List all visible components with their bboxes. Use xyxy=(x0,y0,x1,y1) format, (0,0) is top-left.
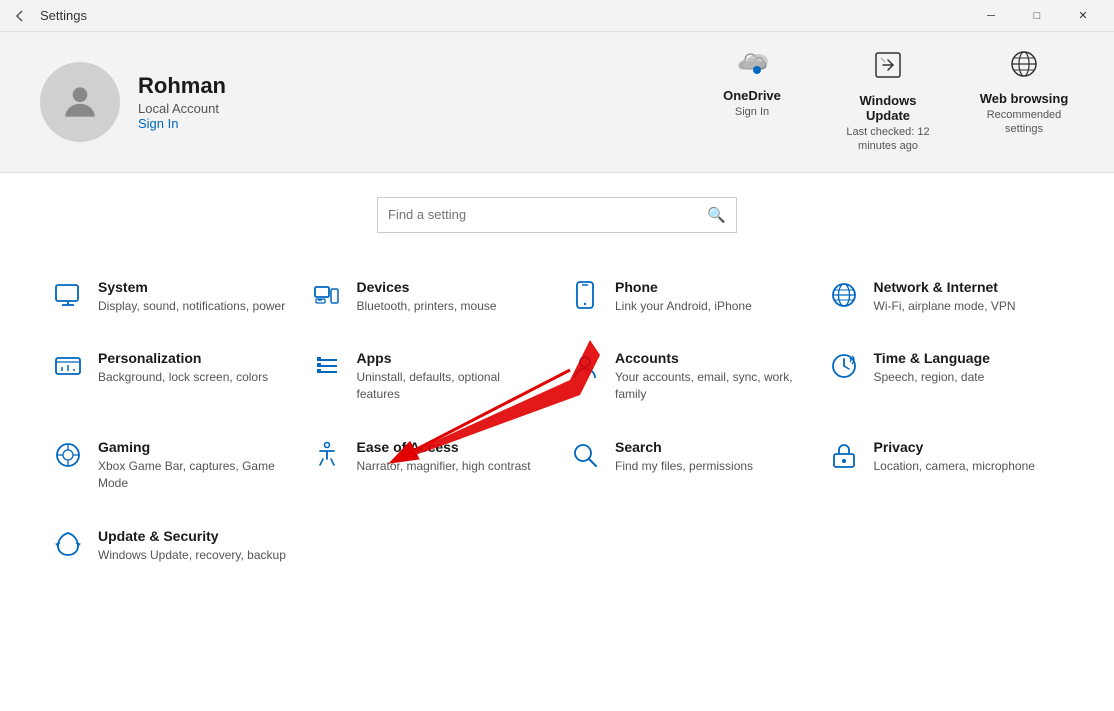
onedrive-sub: Sign In xyxy=(735,105,769,119)
ease-of-access-label: Ease of Access xyxy=(357,439,531,455)
web-browsing-label: Web browsing xyxy=(980,91,1069,106)
search-bar: 🔍 xyxy=(377,197,737,233)
setting-time-language[interactable]: Time & Language Speech, region, date xyxy=(816,336,1075,417)
header: Rohman Local Account Sign In xyxy=(0,32,1114,173)
gaming-desc: Xbox Game Bar, captures, Game Mode xyxy=(98,458,287,492)
setting-update-security[interactable]: Update & Security Windows Update, recove… xyxy=(40,514,299,578)
close-button[interactable]: ✕ xyxy=(1060,0,1106,32)
devices-icon xyxy=(311,281,343,309)
web-browsing-icon xyxy=(1010,50,1038,85)
onedrive-icon xyxy=(736,50,768,82)
privacy-desc: Location, camera, microphone xyxy=(874,458,1035,475)
devices-desc: Bluetooth, printers, mouse xyxy=(357,298,497,315)
personalization-icon xyxy=(52,352,84,380)
back-button[interactable] xyxy=(8,4,32,28)
sign-in-link[interactable]: Sign In xyxy=(138,116,178,131)
windows-update-sub: Last checked: 12 minutes ago xyxy=(838,125,938,154)
ease-of-access-text: Ease of Access Narrator, magnifier, high… xyxy=(357,439,531,475)
setting-system[interactable]: System Display, sound, notifications, po… xyxy=(40,265,299,329)
time-language-desc: Speech, region, date xyxy=(874,369,990,386)
phone-icon xyxy=(569,281,601,309)
app-title: Settings xyxy=(40,8,87,23)
search-desc: Find my files, permissions xyxy=(615,458,753,475)
setting-ease-of-access[interactable]: Ease of Access Narrator, magnifier, high… xyxy=(299,425,558,506)
onedrive-label: OneDrive xyxy=(723,88,781,103)
title-bar: Settings ─ □ ✕ xyxy=(0,0,1114,32)
onedrive-tile[interactable]: OneDrive Sign In xyxy=(702,50,802,154)
search-icon: 🔍 xyxy=(707,206,726,224)
personalization-text: Personalization Background, lock screen,… xyxy=(98,350,268,386)
personalization-desc: Background, lock screen, colors xyxy=(98,369,268,386)
apps-label: Apps xyxy=(357,350,546,366)
ease-of-access-desc: Narrator, magnifier, high contrast xyxy=(357,458,531,475)
gaming-icon xyxy=(52,441,84,469)
accounts-text: Accounts Your accounts, email, sync, wor… xyxy=(615,350,804,403)
setting-personalization[interactable]: Personalization Background, lock screen,… xyxy=(40,336,299,417)
privacy-icon xyxy=(828,441,860,469)
avatar xyxy=(40,62,120,142)
setting-apps[interactable]: Apps Uninstall, defaults, optional featu… xyxy=(299,336,558,417)
search-text: Search Find my files, permissions xyxy=(615,439,753,475)
user-name: Rohman xyxy=(138,73,226,99)
settings-grid: System Display, sound, notifications, po… xyxy=(40,265,1074,578)
setting-devices[interactable]: Devices Bluetooth, printers, mouse xyxy=(299,265,558,329)
maximize-button[interactable]: □ xyxy=(1014,0,1060,32)
update-security-text: Update & Security Windows Update, recove… xyxy=(98,528,286,564)
system-label: System xyxy=(98,279,285,295)
account-type: Local Account xyxy=(138,101,226,116)
time-language-text: Time & Language Speech, region, date xyxy=(874,350,990,386)
web-browsing-sub: Recommended settings xyxy=(974,108,1074,137)
windows-update-tile[interactable]: Windows Update Last checked: 12 minutes … xyxy=(838,50,938,154)
update-security-icon xyxy=(52,530,84,558)
setting-phone[interactable]: Phone Link your Android, iPhone xyxy=(557,265,816,329)
network-text: Network & Internet Wi-Fi, airplane mode,… xyxy=(874,279,1016,315)
network-label: Network & Internet xyxy=(874,279,1016,295)
apps-text: Apps Uninstall, defaults, optional featu… xyxy=(357,350,546,403)
apps-icon xyxy=(311,352,343,380)
web-browsing-tile[interactable]: Web browsing Recommended settings xyxy=(974,50,1074,154)
devices-text: Devices Bluetooth, printers, mouse xyxy=(357,279,497,315)
update-security-label: Update & Security xyxy=(98,528,286,544)
time-language-icon xyxy=(828,352,860,380)
user-info: Rohman Local Account Sign In xyxy=(138,73,226,131)
setting-search[interactable]: Search Find my files, permissions xyxy=(557,425,816,506)
time-language-label: Time & Language xyxy=(874,350,990,366)
window-controls: ─ □ ✕ xyxy=(968,0,1106,32)
system-icon xyxy=(52,281,84,309)
search-setting-icon xyxy=(569,441,601,469)
apps-desc: Uninstall, defaults, optional features xyxy=(357,369,546,403)
personalization-label: Personalization xyxy=(98,350,268,366)
phone-label: Phone xyxy=(615,279,752,295)
header-tiles: OneDrive Sign In Windows Update Last che… xyxy=(702,50,1074,154)
system-text: System Display, sound, notifications, po… xyxy=(98,279,285,315)
setting-network[interactable]: Network & Internet Wi-Fi, airplane mode,… xyxy=(816,265,1075,329)
system-desc: Display, sound, notifications, power xyxy=(98,298,285,315)
gaming-label: Gaming xyxy=(98,439,287,455)
accounts-desc: Your accounts, email, sync, work, family xyxy=(615,369,804,403)
setting-accounts[interactable]: Accounts Your accounts, email, sync, wor… xyxy=(557,336,816,417)
phone-text: Phone Link your Android, iPhone xyxy=(615,279,752,315)
devices-label: Devices xyxy=(357,279,497,295)
gaming-text: Gaming Xbox Game Bar, captures, Game Mod… xyxy=(98,439,287,492)
privacy-label: Privacy xyxy=(874,439,1035,455)
search-label: Search xyxy=(615,439,753,455)
setting-privacy[interactable]: Privacy Location, camera, microphone xyxy=(816,425,1075,506)
network-desc: Wi-Fi, airplane mode, VPN xyxy=(874,298,1016,315)
windows-update-icon xyxy=(873,50,903,87)
network-icon xyxy=(828,281,860,309)
phone-desc: Link your Android, iPhone xyxy=(615,298,752,315)
accounts-icon xyxy=(569,352,601,380)
accounts-label: Accounts xyxy=(615,350,804,366)
search-input[interactable] xyxy=(388,207,707,222)
minimize-button[interactable]: ─ xyxy=(968,0,1014,32)
user-section: Rohman Local Account Sign In xyxy=(40,62,226,142)
setting-gaming[interactable]: Gaming Xbox Game Bar, captures, Game Mod… xyxy=(40,425,299,506)
windows-update-label: Windows Update xyxy=(838,93,938,123)
ease-of-access-icon xyxy=(311,441,343,469)
update-security-desc: Windows Update, recovery, backup xyxy=(98,547,286,564)
search-bar-wrap: 🔍 xyxy=(40,197,1074,233)
privacy-text: Privacy Location, camera, microphone xyxy=(874,439,1035,475)
main-content: 🔍 System Display, sound, notifications, … xyxy=(0,173,1114,711)
